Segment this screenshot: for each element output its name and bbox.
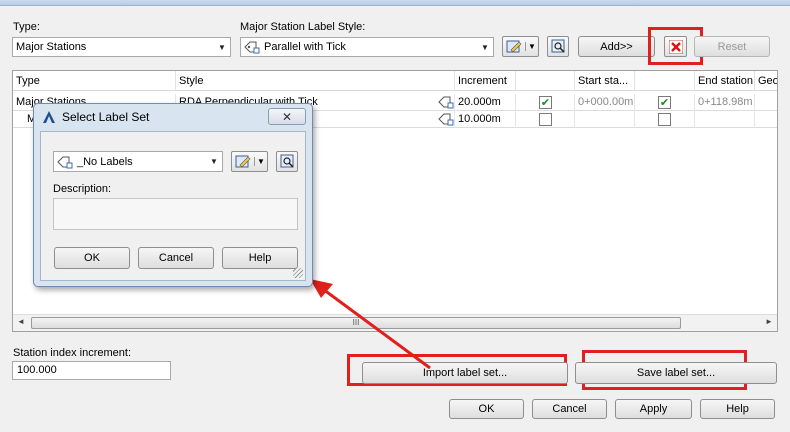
dialog-title: Select Label Set (42, 110, 149, 124)
edit-style-icon (232, 154, 254, 169)
dialog-help-button[interactable]: Help (222, 247, 298, 269)
dialog-body: _No Labels ▼ ▼ Description: OK Cancel He… (40, 131, 306, 281)
dialog-ok-button[interactable]: OK (54, 247, 130, 269)
close-icon: ✕ (281, 109, 293, 124)
label-set-value: _No Labels (77, 155, 133, 168)
dialog-title-text: Select Label Set (62, 110, 150, 124)
description-label: Description: (53, 183, 112, 195)
label-style-icon (57, 155, 73, 169)
resize-grip-icon[interactable] (293, 268, 303, 278)
browse-icon (280, 154, 295, 169)
autocad-logo-icon (42, 110, 56, 124)
select-label-set-dialog: Select Label Set ✕ _No Labels ▼ ▼ Descri… (33, 103, 313, 287)
description-field[interactable] (53, 198, 298, 230)
dialog-close-button[interactable]: ✕ (268, 108, 306, 125)
chevron-down-icon: ▼ (254, 157, 267, 166)
chevron-down-icon: ▼ (210, 157, 218, 166)
dialog-cancel-button[interactable]: Cancel (138, 247, 214, 269)
dialog-browse-button[interactable] (276, 151, 298, 172)
dialog-edit-button[interactable]: ▼ (231, 151, 268, 172)
label-set-dropdown[interactable]: _No Labels ▼ (53, 151, 223, 172)
